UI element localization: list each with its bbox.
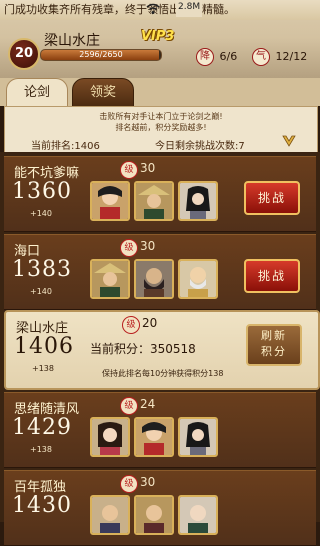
tab-lingjiang[interactable]: 领奖 (72, 78, 134, 108)
remaining-challenges: 今日剩余挑战次数:7 (155, 141, 245, 152)
hero-avatar (134, 417, 174, 457)
stamina-seal-icon: 降 (196, 48, 214, 66)
current-points: 当前积分：350518 (90, 342, 196, 356)
wifi-icon (146, 3, 160, 14)
exp-bar: 2596/2650 (40, 49, 162, 61)
rank-list[interactable]: 能不坑爹嘛 级 30 1360 +140 挑战 海口 级 30 1383 +14… (0, 152, 320, 546)
hero-avatar (178, 259, 218, 299)
player-name: 梁山水庄 (44, 33, 100, 49)
chevron-down-icon[interactable] (281, 133, 297, 149)
hero-avatar (90, 417, 130, 457)
stamina-value: 6/6 (219, 50, 238, 63)
player-level-badge: 20 (8, 38, 40, 70)
self-card: 梁山水庄 级 20 1406 +138 当前积分：350518 保持此排名每10… (4, 310, 320, 390)
player-card-level: 30 (140, 475, 156, 489)
news-ticker: 门成功收集齐所有残章，终于领悟出一招精髓。 2.8M (0, 0, 320, 20)
vip-badge: VIP3 (141, 29, 175, 44)
arena-info-panel: 击败所有对手让本门立于论剑之巅! 排名越前，积分奖励越多! 当前排名:1406 … (4, 106, 318, 154)
player-card-reward: +138 (30, 445, 52, 454)
refresh-label-2: 积分 (261, 345, 287, 358)
self-reward: +138 (32, 364, 54, 373)
tab-lunjian[interactable]: 论剑 (6, 78, 68, 107)
hero-avatar (134, 181, 174, 221)
player-card-level: 24 (140, 397, 156, 411)
opponent-rank: 1383 (12, 257, 72, 282)
ranked-player-card: 思绪随清风 级 24 1429 +138 (4, 392, 316, 468)
stat-energy: 气 12/12 (252, 48, 307, 66)
energy-value: 12/12 (275, 50, 308, 63)
hero-avatar (134, 259, 174, 299)
challenge-button[interactable]: 挑战 (244, 259, 300, 293)
info-line-1: 击败所有对手让本门立于论剑之巅! (99, 112, 223, 121)
opponent-rank: 1360 (12, 179, 72, 204)
challenge-button[interactable]: 挑战 (244, 181, 300, 215)
level-icon: 级 (120, 397, 138, 415)
self-rank: 1406 (14, 334, 74, 359)
player-card-rank: 1429 (12, 415, 72, 440)
opponent-reward: +140 (30, 287, 52, 296)
energy-seal-icon: 气 (252, 48, 270, 66)
opponent-level: 30 (140, 161, 156, 175)
hero-avatar (178, 417, 218, 457)
hero-avatar (178, 181, 218, 221)
opponent-reward: +140 (30, 209, 52, 218)
opponent-card: 海口 级 30 1383 +140 挑战 (4, 234, 316, 310)
current-rank: 当前排名:1406 (31, 141, 100, 152)
tab-bar: 论剑 领奖 (0, 78, 320, 108)
network-speed: 2.8M (176, 0, 203, 17)
refresh-label-1: 刷新 (261, 329, 287, 342)
hero-avatar (178, 495, 218, 535)
info-line-2: 排名越前，积分奖励越多! (115, 123, 207, 132)
keep-rank-text: 保持此排名每10分钟获得积分138 (102, 369, 224, 378)
opponent-level: 30 (140, 239, 156, 253)
player-card-rank: 1430 (12, 493, 72, 518)
stat-stamina: 降 6/6 (196, 48, 237, 66)
hero-avatar (90, 495, 130, 535)
level-icon: 级 (120, 239, 138, 257)
exp-text: 2596/2650 (79, 50, 123, 59)
hero-avatar (134, 495, 174, 535)
level-icon: 级 (120, 161, 138, 179)
hero-avatar (90, 181, 130, 221)
self-level: 20 (142, 316, 158, 330)
hero-avatar (90, 259, 130, 299)
opponent-card: 能不坑爹嘛 级 30 1360 +140 挑战 (4, 156, 316, 232)
level-icon: 级 (122, 316, 140, 334)
ranked-player-card: 百年孤独 级 30 1430 (4, 470, 316, 546)
refresh-points-button[interactable]: 刷新 积分 (246, 324, 302, 366)
level-icon: 级 (120, 475, 138, 493)
